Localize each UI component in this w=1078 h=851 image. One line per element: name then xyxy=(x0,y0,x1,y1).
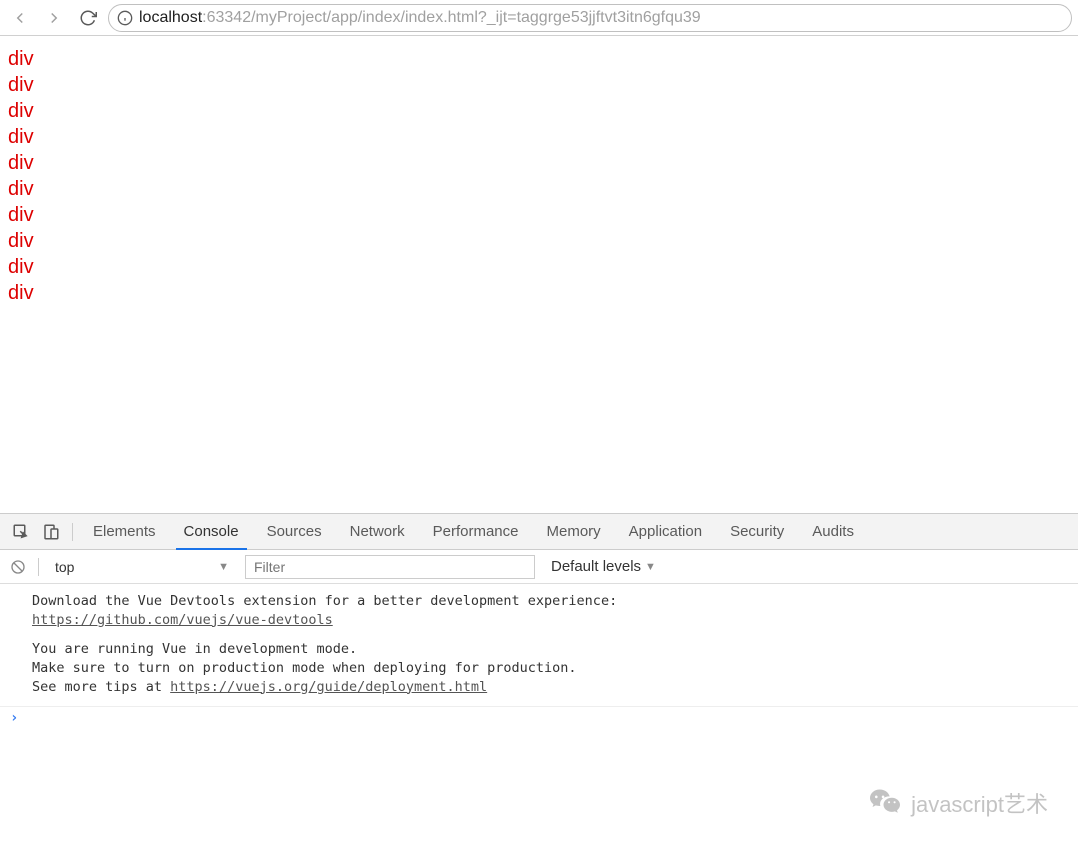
forward-button[interactable] xyxy=(40,4,68,32)
url-host: localhost xyxy=(139,9,202,26)
browser-toolbar: localhost:63342/myProject/app/index/inde… xyxy=(0,0,1078,36)
console-link[interactable]: https://github.com/vuejs/vue-devtools xyxy=(32,612,333,628)
console-link[interactable]: https://vuejs.org/guide/deployment.html xyxy=(170,679,487,695)
div-line: div xyxy=(8,228,1070,254)
levels-label: Default levels xyxy=(551,558,641,575)
info-icon xyxy=(117,10,133,26)
address-bar[interactable]: localhost:63342/myProject/app/index/inde… xyxy=(108,4,1072,32)
reload-icon xyxy=(79,9,97,27)
div-line: div xyxy=(8,254,1070,280)
filter-input[interactable] xyxy=(245,555,535,579)
clear-icon xyxy=(10,559,26,575)
levels-select[interactable]: Default levels ▼ xyxy=(543,558,664,575)
div-line: div xyxy=(8,280,1070,306)
wechat-icon xyxy=(867,785,903,821)
div-line: div xyxy=(8,98,1070,124)
tab-elements[interactable]: Elements xyxy=(79,514,170,550)
tab-performance[interactable]: Performance xyxy=(419,514,533,550)
tab-sources[interactable]: Sources xyxy=(253,514,336,550)
tab-network[interactable]: Network xyxy=(336,514,419,550)
device-icon xyxy=(42,523,60,541)
devtools-tabs: ElementsConsoleSourcesNetworkPerformance… xyxy=(0,514,1078,550)
tab-memory[interactable]: Memory xyxy=(533,514,615,550)
separator xyxy=(72,523,73,541)
page-content: divdivdivdivdivdivdivdivdivdiv xyxy=(0,36,1078,316)
inspect-button[interactable] xyxy=(6,517,36,547)
context-label: top xyxy=(55,559,74,575)
chevron-down-icon: ▼ xyxy=(218,561,229,573)
tab-audits[interactable]: Audits xyxy=(798,514,868,550)
url-rest: :63342/myProject/app/index/index.html?_i… xyxy=(202,9,701,26)
div-line: div xyxy=(8,176,1070,202)
arrow-right-icon xyxy=(45,9,63,27)
console-message: You are running Vue in development mode.… xyxy=(0,640,1078,707)
div-line: div xyxy=(8,124,1070,150)
console-prompt[interactable]: › xyxy=(0,706,1078,731)
div-line: div xyxy=(8,150,1070,176)
chevron-right-icon: › xyxy=(10,709,18,729)
console-message: Download the Vue Devtools extension for … xyxy=(0,592,1078,640)
inspect-icon xyxy=(12,523,30,541)
context-select[interactable]: top ▼ xyxy=(47,555,237,579)
chevron-down-icon: ▼ xyxy=(645,561,656,573)
url-text: localhost:63342/myProject/app/index/inde… xyxy=(139,9,1063,27)
device-mode-button[interactable] xyxy=(36,517,66,547)
div-line: div xyxy=(8,46,1070,72)
clear-console-button[interactable] xyxy=(6,555,30,579)
watermark: javascript艺术 xyxy=(867,785,1048,821)
console-toolbar: top ▼ Default levels ▼ xyxy=(0,550,1078,584)
div-line: div xyxy=(8,72,1070,98)
separator xyxy=(38,558,39,576)
tab-application[interactable]: Application xyxy=(615,514,716,550)
div-line: div xyxy=(8,202,1070,228)
arrow-left-icon xyxy=(11,9,29,27)
watermark-text: javascript艺术 xyxy=(911,787,1048,819)
tab-console[interactable]: Console xyxy=(170,514,253,550)
reload-button[interactable] xyxy=(74,4,102,32)
back-button[interactable] xyxy=(6,4,34,32)
tab-security[interactable]: Security xyxy=(716,514,798,550)
